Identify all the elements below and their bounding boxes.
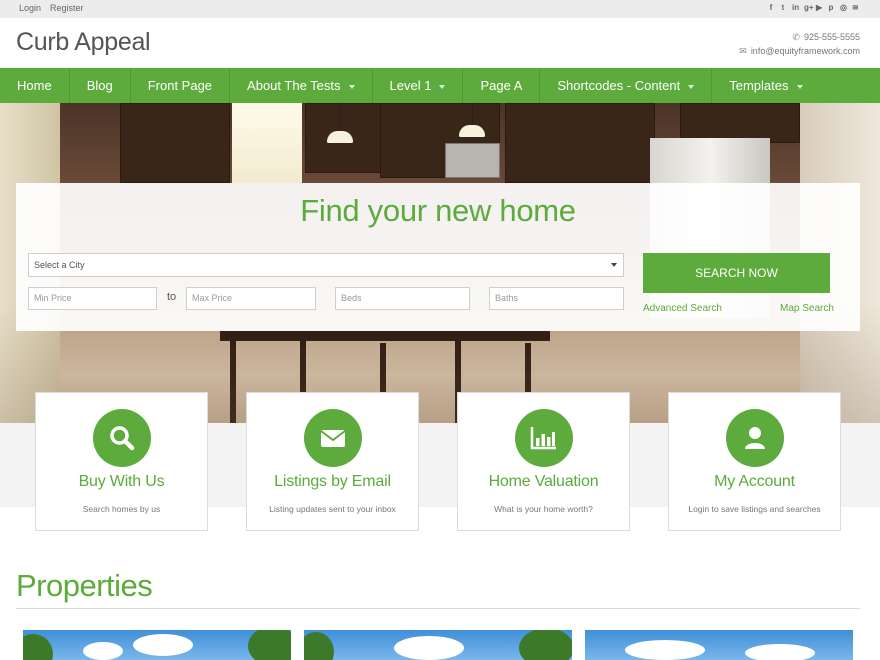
- pinterest-icon[interactable]: p: [828, 3, 834, 13]
- chevron-down-icon: [611, 263, 617, 267]
- advanced-search-link[interactable]: Advanced Search: [643, 303, 722, 314]
- feature-title: Listings by Email: [274, 473, 391, 490]
- nav-item-blog[interactable]: Blog: [70, 68, 131, 103]
- property-thumbnail[interactable]: [304, 630, 572, 660]
- facebook-icon[interactable]: f: [768, 3, 774, 13]
- nav-item-about-the-tests[interactable]: About The Tests: [230, 68, 373, 103]
- feature-title: Buy With Us: [78, 473, 165, 490]
- top-bar: Login Register f t in g+ ▶ p ◎ ≋: [0, 0, 880, 18]
- instagram-icon[interactable]: ◎: [840, 3, 847, 13]
- site-title[interactable]: Curb Appeal: [16, 28, 151, 57]
- twitter-icon[interactable]: t: [780, 3, 786, 13]
- youtube-icon[interactable]: ▶: [816, 3, 822, 13]
- feature-card-home-valuation[interactable]: Home Valuation What is your home worth?: [457, 392, 630, 531]
- chevron-down-icon: [348, 84, 355, 89]
- property-thumbnail[interactable]: [585, 630, 853, 660]
- feature-subtitle: Listing updates sent to your inbox: [269, 504, 396, 514]
- nav-item-shortcodes-content[interactable]: Shortcodes - Content: [540, 68, 713, 103]
- property-thumbnail[interactable]: [23, 630, 291, 660]
- rss-icon[interactable]: ≋: [852, 3, 859, 13]
- feature-card-listings-email[interactable]: Listings by Email Listing updates sent t…: [246, 392, 419, 531]
- feature-title: Home Valuation: [488, 473, 599, 490]
- chevron-down-icon: [439, 84, 446, 89]
- feature-subtitle: Search homes by us: [82, 504, 161, 514]
- email-address[interactable]: info@equityframework.com: [751, 44, 860, 58]
- max-price-input[interactable]: Max Price: [186, 287, 316, 310]
- nav-item-level-1[interactable]: Level 1: [373, 68, 464, 103]
- feature-subtitle: Login to save listings and searches: [688, 504, 821, 514]
- account-links: Login Register: [19, 3, 84, 13]
- social-links: f t in g+ ▶ p ◎ ≋: [768, 3, 859, 13]
- bar-chart-icon: [515, 409, 573, 467]
- nav-item-templates[interactable]: Templates: [712, 68, 819, 103]
- search-panel: Find your new home Select a City Min Pri…: [16, 183, 860, 331]
- to-label: to: [167, 291, 177, 303]
- login-link[interactable]: Login: [19, 3, 41, 13]
- nav-item-home[interactable]: Home: [0, 68, 70, 103]
- chevron-down-icon: [688, 84, 695, 89]
- feature-subtitle: What is your home worth?: [494, 504, 593, 514]
- register-link[interactable]: Register: [50, 3, 84, 13]
- nav-item-front-page[interactable]: Front Page: [131, 68, 231, 103]
- search-title: Find your new home: [300, 193, 576, 228]
- properties-heading: Properties: [16, 568, 153, 603]
- phone-number: 925-555-5555: [803, 32, 860, 42]
- envelope-icon: ✉: [739, 46, 747, 56]
- beds-input[interactable]: Beds: [335, 287, 470, 310]
- site-header: Curb Appeal ✆ 925-555-5555 ✉ info@equity…: [0, 18, 880, 68]
- search-now-button[interactable]: SEARCH NOW: [643, 253, 830, 293]
- map-search-link[interactable]: Map Search: [780, 303, 834, 314]
- min-price-input[interactable]: Min Price: [28, 287, 157, 310]
- baths-input[interactable]: Baths: [489, 287, 624, 310]
- city-select[interactable]: Select a City: [28, 253, 624, 277]
- feature-title: My Account: [714, 473, 795, 490]
- chevron-down-icon: [796, 84, 803, 89]
- main-nav: Home Blog Front Page About The Tests Lev…: [0, 68, 880, 103]
- user-icon: [726, 409, 784, 467]
- google-plus-icon[interactable]: g+: [804, 3, 814, 13]
- envelope-icon: [304, 409, 362, 467]
- feature-card-buy[interactable]: Buy With Us Search homes by us: [35, 392, 208, 531]
- feature-card-my-account[interactable]: My Account Login to save listings and se…: [668, 392, 841, 531]
- search-icon: [93, 409, 151, 467]
- phone-icon: ✆: [792, 32, 800, 42]
- nav-item-page-a[interactable]: Page A: [463, 68, 541, 103]
- contact-info: ✆ 925-555-5555 ✉ info@equityframework.co…: [739, 30, 860, 58]
- divider: [16, 608, 860, 609]
- linkedin-icon[interactable]: in: [792, 3, 799, 13]
